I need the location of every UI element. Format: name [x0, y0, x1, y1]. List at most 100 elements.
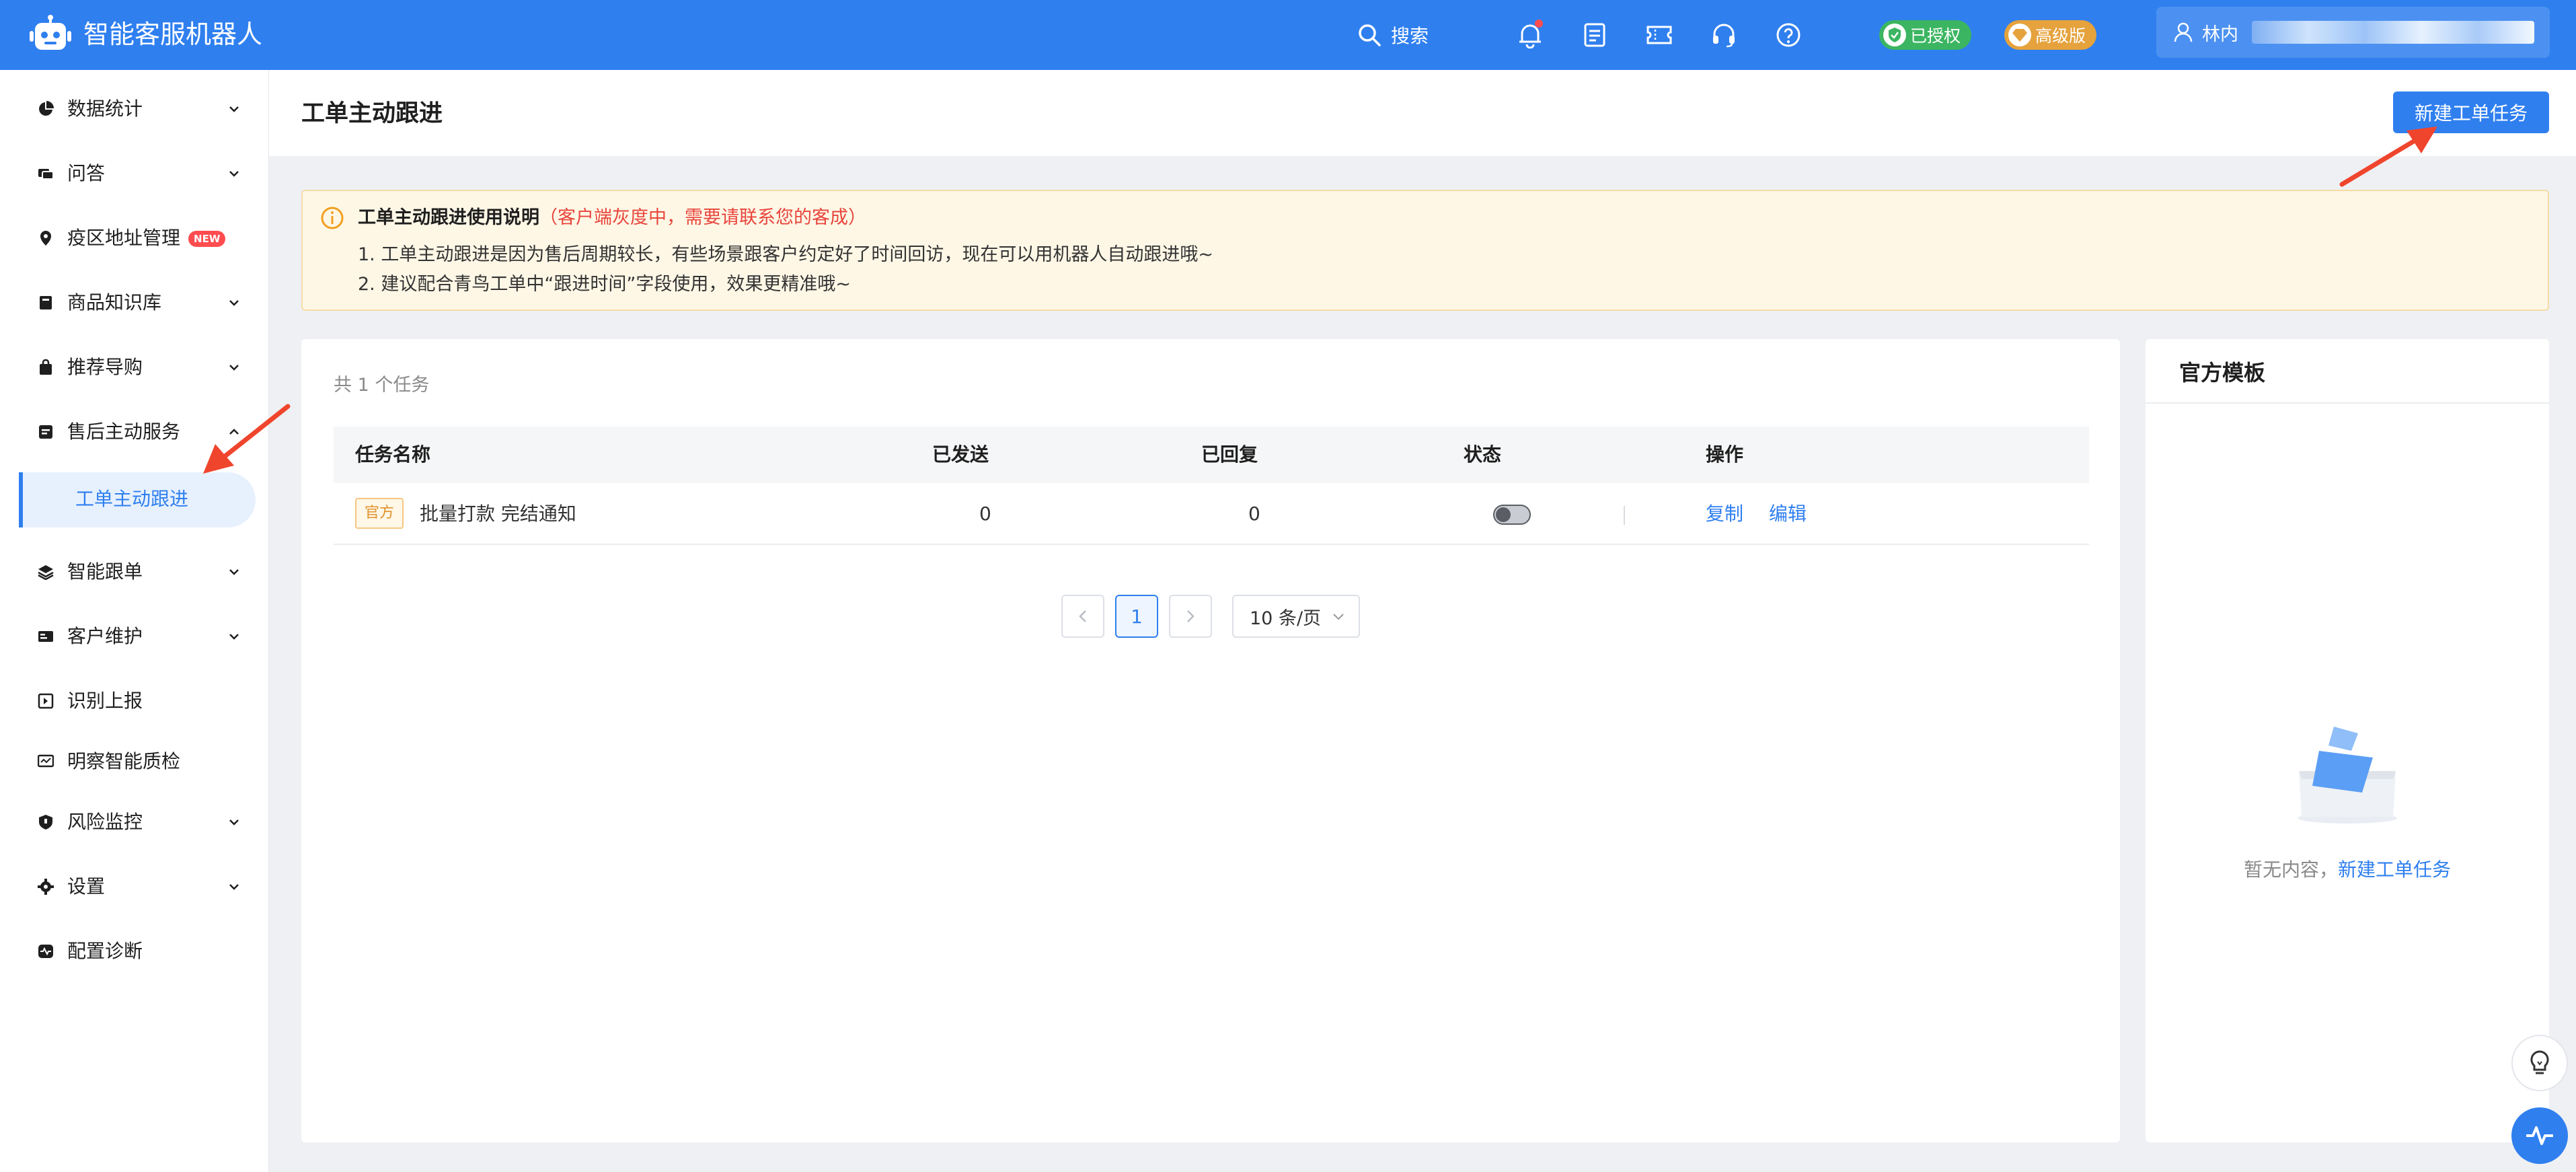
notice-warning: （客户端灰度中，需要请联系您的客成）: [539, 207, 866, 228]
copy-link[interactable]: 复制: [1706, 501, 1743, 527]
new-badge: NEW: [188, 231, 226, 247]
chevron-down-icon: [229, 365, 239, 371]
empty-create-link[interactable]: 新建工单任务: [2338, 858, 2451, 881]
authorized-badge[interactable]: 已授权: [1879, 20, 1972, 50]
sidebar-item-label: 推荐导购: [67, 356, 143, 378]
layers-icon: [38, 564, 54, 580]
sidebar-item-label: 智能跟单: [67, 560, 143, 583]
sidebar-item-label: 商品知识库: [67, 291, 162, 314]
sidebar-item-customer-care[interactable]: 客户维护: [0, 615, 269, 658]
edition-badge[interactable]: 高级版: [2004, 20, 2097, 50]
sidebar-item-risk-monitor[interactable]: 风险监控: [0, 801, 269, 844]
table-header: 任务名称 已发送 已回复 状态 操作: [334, 427, 2089, 483]
sidebar-item-label: 风险监控: [67, 811, 143, 833]
bell-icon[interactable]: [1516, 20, 1544, 49]
official-templates-panel: 官方模板 暂无内容，新建工单任务: [2146, 339, 2549, 1142]
ticket-icon[interactable]: [1645, 21, 1673, 49]
action-divider: [1624, 506, 1625, 525]
empty-box-icon: [2298, 727, 2397, 823]
empty-text: 暂无内容，: [2243, 858, 2338, 881]
official-tag: 官方: [355, 498, 404, 529]
shield-icon: [38, 814, 54, 830]
empty-state-text: 暂无内容，新建工单任务: [2146, 857, 2549, 883]
sidebar-item-label: 识别上报: [67, 690, 143, 712]
top-bar: 智能客服机器人 搜索 已授权 高级版 林内: [0, 0, 2576, 70]
health-monitor-button[interactable]: [2511, 1107, 2568, 1164]
next-page-button[interactable]: [1169, 595, 1212, 638]
user-menu[interactable]: 林内: [2156, 7, 2550, 58]
sidebar-subitem-ticket-followup[interactable]: 工单主动跟进: [19, 472, 256, 527]
chevron-down-icon: [229, 569, 239, 575]
column-header: 已发送: [932, 443, 989, 466]
table-row: 官方 批量打款 完结通知 0 0 复制 编辑: [334, 483, 2089, 545]
sidebar-item-epidemic-address[interactable]: 疫区地址管理 NEW: [0, 217, 269, 260]
page-title: 工单主动跟进: [301, 100, 443, 127]
sidebar-item-label: 问答: [67, 162, 106, 184]
edit-link[interactable]: 编辑: [1769, 501, 1807, 527]
column-header: 状态: [1464, 443, 1502, 466]
sidebar-item-product-knowledge[interactable]: 商品知识库: [0, 281, 269, 324]
search-icon: [1359, 24, 1381, 46]
notice-line-2: 2. 建议配合青鸟工单中“跟进时间”字段使用，效果更精准哦~: [358, 274, 851, 295]
sidebar-item-recommend-guide[interactable]: 推荐导购: [0, 346, 269, 389]
authorized-label: 已授权: [1910, 26, 1961, 46]
sidebar-item-label: 客户维护: [67, 625, 143, 647]
header-search[interactable]: 搜索: [1357, 20, 1429, 50]
app-title: 智能客服机器人: [83, 20, 263, 49]
sidebar-item-recognize-report[interactable]: 识别上报: [0, 680, 269, 723]
sidebar-item-data-stats[interactable]: 数据统计: [0, 87, 269, 131]
sidebar-item-label: 售后主动服务: [67, 420, 181, 443]
prev-page-button[interactable]: [1061, 595, 1104, 638]
gear-icon: [38, 879, 54, 895]
edition-label: 高级版: [2035, 26, 2086, 46]
id-card-icon: [38, 628, 54, 645]
pie-chart-icon: [38, 101, 54, 117]
sidebar-item-smart-tracking[interactable]: 智能跟单: [0, 550, 269, 593]
chevron-down-icon: [229, 634, 239, 640]
page-size-value: 10 条/页: [1250, 608, 1322, 629]
service-icon: [38, 424, 54, 440]
panel-title: 官方模板: [2179, 360, 2266, 386]
sidebar-item-settings[interactable]: 设置: [0, 865, 269, 908]
page-size-select[interactable]: 10 条/页: [1232, 595, 1360, 638]
help-icon[interactable]: [1774, 21, 1803, 49]
sidebar-item-quality-inspection[interactable]: 明察智能质检: [0, 740, 269, 783]
page-number-button[interactable]: 1: [1115, 595, 1158, 638]
robot-logo-icon: [30, 15, 71, 55]
chevron-down-icon: [229, 884, 239, 890]
sent-count: 0: [979, 503, 991, 525]
list-icon[interactable]: [1581, 21, 1609, 49]
location-icon: [38, 230, 54, 246]
sidebar-item-label: 疫区地址管理 NEW: [67, 226, 226, 250]
chevron-down-icon: [229, 819, 239, 826]
notice-title: 工单主动跟进使用说明（客户端灰度中，需要请联系您的客成）: [358, 207, 866, 228]
sidebar-item-label: 设置: [67, 875, 106, 898]
chevron-down-icon: [1333, 614, 1344, 620]
sidebar: 数据统计 问答 疫区地址管理 NEW 商品知识库 推荐导购 售后主动服务 工单主动…: [0, 70, 269, 1172]
shield-check-icon: [1883, 24, 1906, 46]
pulse-icon: [2526, 1126, 2553, 1145]
sidebar-item-label: 配置诊断: [67, 940, 143, 962]
panel-divider: [2146, 402, 2549, 404]
diagnose-icon: [38, 943, 54, 959]
sidebar-item-qa[interactable]: 问答: [0, 152, 269, 195]
column-header: 已回复: [1201, 443, 1258, 466]
sidebar-subitem-label: 工单主动跟进: [75, 488, 189, 510]
redacted-username-blur: [2252, 21, 2534, 44]
status-toggle[interactable]: [1493, 505, 1531, 525]
user-name: 林内: [2202, 24, 2238, 45]
sidebar-item-label: 数据统计: [67, 98, 143, 120]
chevron-down-icon: [229, 300, 239, 306]
headset-icon[interactable]: [1710, 21, 1738, 49]
chat-icon: [38, 166, 54, 182]
tip-bulb-button[interactable]: [2511, 1035, 2568, 1091]
chevron-left-icon: [1079, 610, 1086, 622]
lightbulb-icon: [2530, 1050, 2549, 1074]
chevron-right-icon: [1187, 610, 1195, 622]
sidebar-item-config-diagnose[interactable]: 配置诊断: [0, 930, 269, 973]
chevron-down-icon: [229, 106, 239, 112]
annotation-arrow: [203, 404, 291, 474]
usage-notice: 工单主动跟进使用说明（客户端灰度中，需要请联系您的客成） 1. 工单主动跟进是因…: [301, 190, 2549, 311]
task-name: 批量打款 完结通知: [420, 503, 576, 525]
book-icon: [38, 295, 54, 311]
